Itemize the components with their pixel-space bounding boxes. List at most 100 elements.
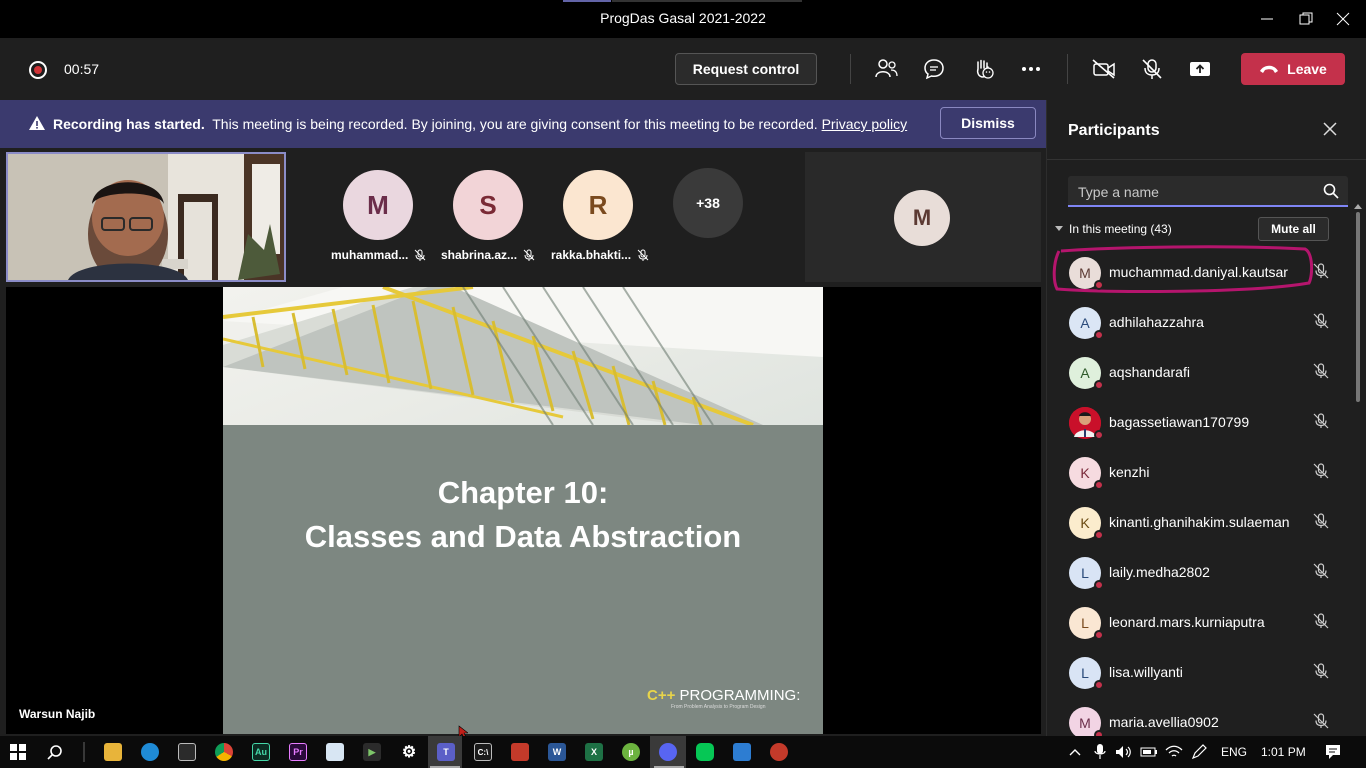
meeting-timer: 00:57 [64, 61, 100, 77]
tray-battery[interactable] [1137, 740, 1161, 764]
tray-wifi[interactable] [1162, 740, 1186, 764]
avatar: M [1069, 707, 1104, 740]
mic-off-icon [1313, 413, 1329, 429]
edge-taskbar[interactable] [138, 740, 162, 764]
request-control-button[interactable]: Request control [675, 53, 817, 85]
close-window-button[interactable] [1320, 0, 1366, 38]
participant-row[interactable]: K kinanti.ghanihakim.sulaeman [1047, 497, 1353, 547]
gear-icon: ⚙ [401, 744, 417, 761]
line-taskbar[interactable] [693, 740, 717, 764]
avatar-initial: M [1079, 715, 1091, 731]
avatar: L [1069, 607, 1104, 640]
avatar: L [1069, 657, 1104, 690]
tray-mic[interactable] [1088, 740, 1112, 764]
close-icon [1336, 12, 1350, 26]
media-player-taskbar[interactable]: ▶ [360, 740, 384, 764]
app-icon [511, 743, 529, 761]
audition-taskbar[interactable]: Au [249, 740, 273, 764]
participant-row[interactable]: A adhilahazzahra [1047, 297, 1353, 347]
photos-taskbar[interactable] [730, 740, 754, 764]
tray-pen[interactable] [1187, 740, 1211, 764]
dismiss-button[interactable]: Dismiss [940, 107, 1036, 139]
camera-toggle-button[interactable] [1088, 53, 1120, 85]
clock[interactable]: 1:01 PM [1261, 745, 1306, 759]
participant-row[interactable]: M muchammad.daniyal.kautsar [1047, 247, 1353, 297]
participant-row[interactable]: bagassetiawan170799 [1047, 397, 1353, 447]
chat-icon [924, 59, 944, 80]
share-screen-button[interactable] [1184, 53, 1216, 85]
chrome-taskbar[interactable] [212, 740, 236, 764]
mic-off-icon [1313, 713, 1329, 729]
reactions-button[interactable] [967, 53, 999, 85]
privacy-policy-link[interactable]: Privacy policy [822, 116, 908, 132]
slide-title-line-1: Chapter 10: [437, 475, 609, 510]
warning-icon [29, 116, 45, 130]
mic-off-icon [1313, 363, 1329, 379]
participant-side-tile[interactable]: M [805, 152, 1041, 282]
avatar-initial: S [479, 189, 497, 220]
participant-tile-avatar[interactable]: S [453, 170, 523, 240]
participant-row[interactable]: L laily.medha2802 [1047, 547, 1353, 597]
restore-icon [1299, 12, 1313, 25]
tray-overflow-button[interactable] [1063, 740, 1087, 764]
participant-tile-label: muhammad... [331, 248, 409, 262]
more-actions-button[interactable] [1015, 53, 1047, 85]
mic-toggle-button[interactable] [1136, 53, 1168, 85]
taskbar-search-button[interactable] [43, 740, 67, 764]
participant-tile-name: rakka.bhakti... [551, 248, 649, 262]
status-badge [1094, 380, 1104, 390]
participant-row[interactable]: A aqshandarafi [1047, 347, 1353, 397]
search-icon[interactable] [1323, 183, 1339, 199]
start-button[interactable] [6, 740, 30, 764]
status-badge [1094, 280, 1104, 290]
tray-volume[interactable] [1112, 740, 1136, 764]
terminal-taskbar[interactable]: C:\ [471, 740, 495, 764]
store-taskbar[interactable] [175, 740, 199, 764]
torrent-taskbar[interactable]: µ [619, 740, 643, 764]
participant-name: adhilahazzahra [1109, 314, 1204, 330]
in-meeting-section-toggle[interactable]: In this meeting (43) [1055, 222, 1172, 236]
slide-logo-text: PROGRAMMING: [679, 687, 801, 704]
chevron-up-icon [1069, 749, 1081, 756]
scroll-up-arrow[interactable] [1354, 204, 1362, 209]
panel-header: Participants [1047, 100, 1366, 160]
participant-tile-avatar[interactable]: M [343, 170, 413, 240]
file-explorer-taskbar[interactable] [101, 740, 125, 764]
presenter-video-tile[interactable] [6, 152, 286, 282]
avatar: M [1069, 257, 1104, 290]
excel-taskbar[interactable]: X [582, 740, 606, 764]
app-taskbar[interactable] [508, 740, 532, 764]
participant-row[interactable]: L lisa.willyanti [1047, 647, 1353, 697]
avatar: K [1069, 457, 1104, 490]
mic-off-icon [523, 249, 535, 261]
input-language[interactable]: ENG [1221, 745, 1247, 759]
participant-row[interactable]: L leonard.mars.kurniaputra [1047, 597, 1353, 647]
wifi-icon [1165, 745, 1183, 757]
participants-button[interactable] [870, 53, 902, 85]
chat-button[interactable] [918, 53, 950, 85]
leave-button[interactable]: Leave [1241, 53, 1345, 85]
action-center-button[interactable] [1321, 740, 1345, 764]
task-view-button[interactable] [72, 740, 96, 764]
mute-all-button[interactable]: Mute all [1258, 217, 1329, 241]
more-participants-button[interactable]: +38 [673, 168, 743, 238]
toolbar-divider [850, 54, 851, 84]
meeting-stage: M muhammad... S shabrina.az... R rakka.b… [0, 148, 1046, 739]
participant-tile-avatar[interactable]: R [563, 170, 633, 240]
banner-body: This meeting is being recorded. By joini… [212, 116, 818, 132]
audition-icon: Au [252, 743, 270, 761]
avatar-photo [1069, 407, 1104, 440]
close-panel-icon[interactable] [1321, 120, 1339, 138]
teams-taskbar[interactable]: T [434, 740, 458, 764]
settings-taskbar[interactable]: ⚙ [397, 740, 421, 764]
participant-search-input[interactable] [1078, 182, 1308, 202]
participant-row[interactable]: K kenzhi [1047, 447, 1353, 497]
notepad-taskbar[interactable] [323, 740, 347, 764]
discord-taskbar[interactable] [656, 740, 680, 764]
leave-label: Leave [1287, 61, 1327, 77]
premiere-taskbar[interactable]: Pr [286, 740, 310, 764]
minimize-icon [1261, 18, 1273, 20]
snipping-taskbar[interactable] [767, 740, 791, 764]
word-taskbar[interactable]: W [545, 740, 569, 764]
panel-scrollbar[interactable] [1356, 212, 1360, 402]
